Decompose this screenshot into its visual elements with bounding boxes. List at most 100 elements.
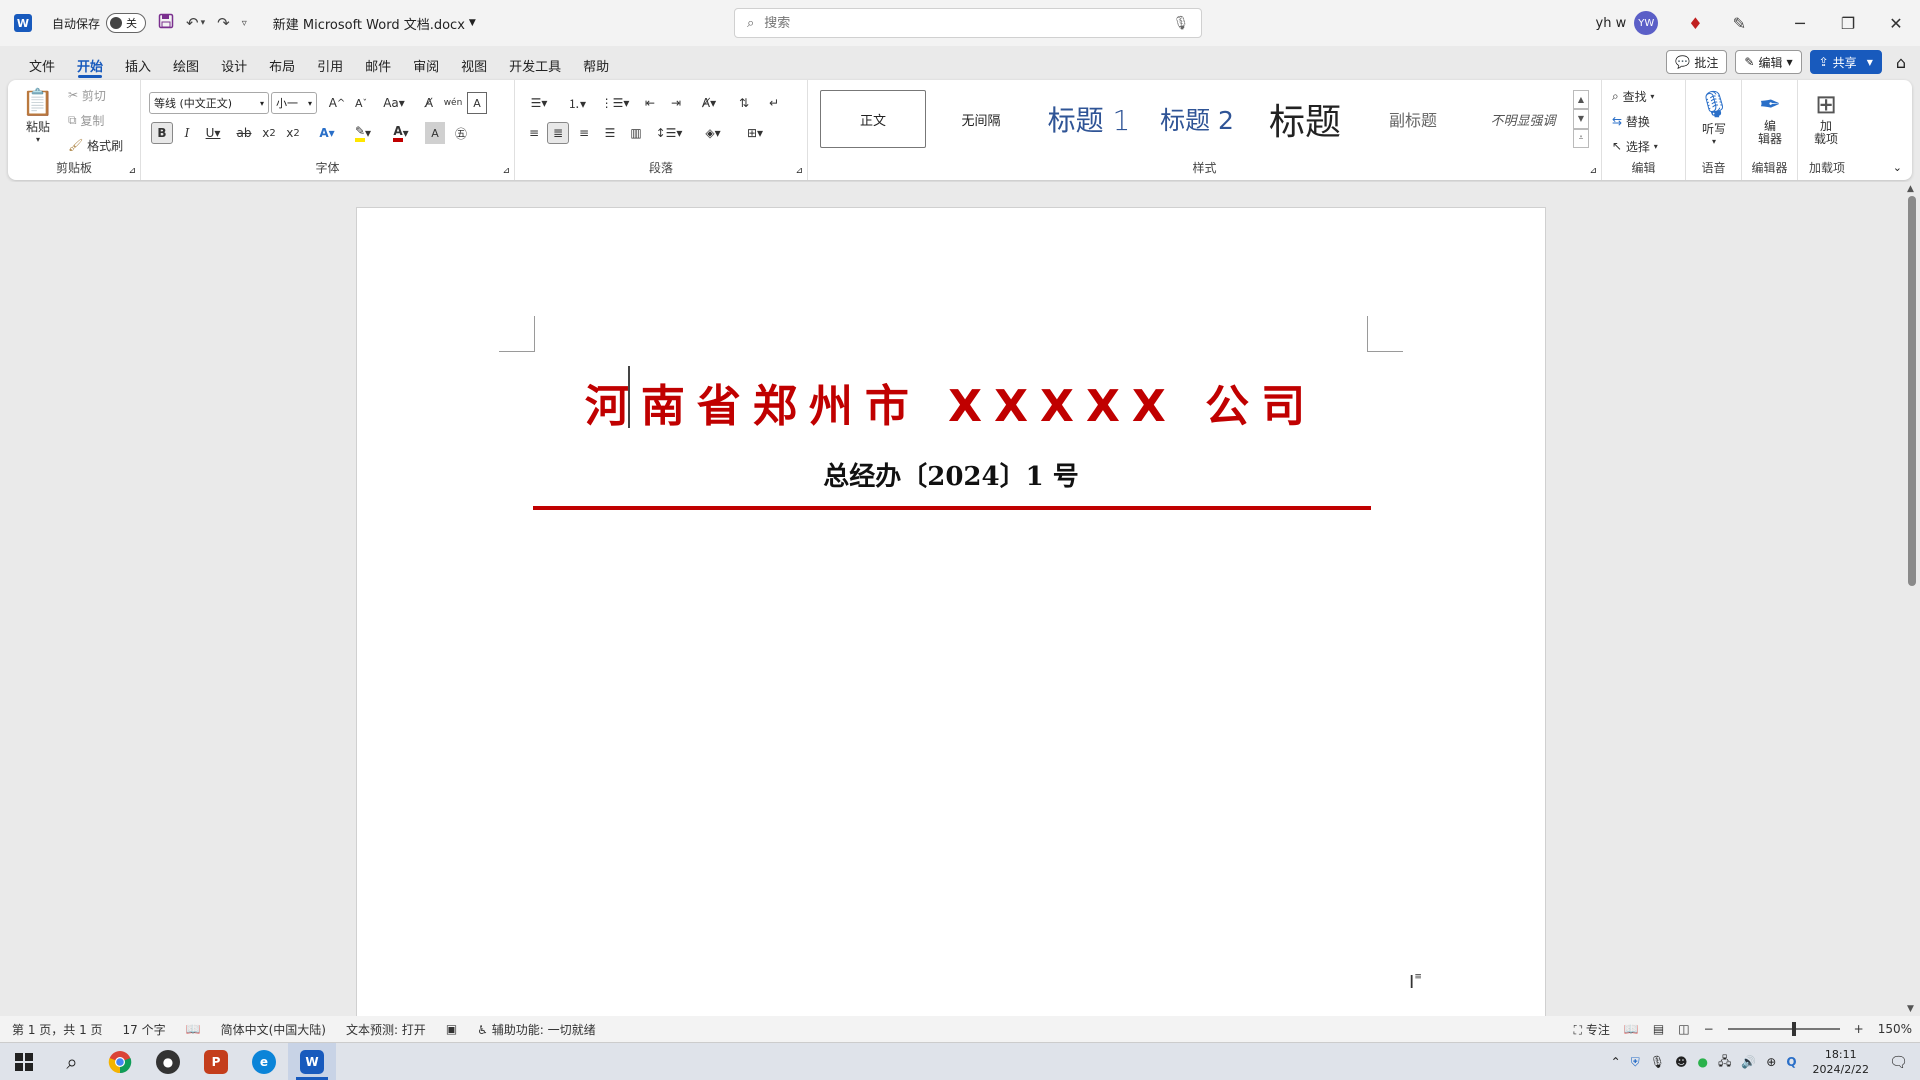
style-heading-1[interactable]: 标题 1	[1036, 90, 1142, 148]
tab-mailings[interactable]: 邮件	[354, 50, 402, 80]
powerpoint-icon[interactable]: P	[192, 1043, 240, 1080]
vertical-scrollbar[interactable]: ▲ ▼	[1904, 182, 1920, 1016]
clear-formatting-icon[interactable]: A̸	[419, 92, 439, 114]
dictate-button[interactable]: 🎙 听写 ▾	[1694, 86, 1734, 150]
styles-scroll-up-icon[interactable]: ▲	[1573, 90, 1589, 110]
styles-more-icon[interactable]: ⩡	[1573, 128, 1589, 148]
search-input[interactable]	[764, 15, 1163, 31]
align-left-icon[interactable]: ≡	[523, 122, 545, 144]
zoom-level[interactable]: 150%	[1878, 1022, 1912, 1036]
character-shading-icon[interactable]: A	[425, 122, 445, 144]
change-case-button[interactable]: Aa▾	[379, 92, 409, 114]
chinese-layout-button[interactable]: Ⱥ▾	[693, 92, 725, 114]
shading-button[interactable]: ◈▾	[695, 122, 731, 144]
copy-button[interactable]: ⧉ 复制	[68, 111, 104, 129]
bullets-button[interactable]: ☰▾	[523, 92, 555, 114]
tray-overflow-icon[interactable]: ⌃	[1611, 1055, 1621, 1069]
scroll-up-icon[interactable]: ▲	[1907, 184, 1914, 194]
autosave-control[interactable]: 自动保存 关	[52, 13, 147, 33]
multilevel-list-button[interactable]: ⋮☰▾	[599, 92, 631, 114]
close-button[interactable]: ✕	[1872, 0, 1920, 46]
increase-indent-icon[interactable]: ⇥	[665, 92, 687, 114]
addins-button[interactable]: ⊞ 加 载项	[1806, 86, 1846, 150]
read-mode-icon[interactable]: 📖	[1624, 1022, 1639, 1036]
redo-icon[interactable]: ↷	[217, 14, 230, 32]
autosave-toggle[interactable]: 关	[106, 13, 147, 33]
document-title[interactable]: 新建 Microsoft Word 文档.docx ▼	[273, 14, 476, 33]
style-no-spacing[interactable]: 无间隔	[928, 90, 1034, 148]
italic-button[interactable]: I	[177, 122, 197, 144]
zoom-slider-thumb[interactable]	[1791, 1022, 1796, 1036]
dialog-launcher-icon[interactable]: ⊿	[502, 166, 510, 176]
dialog-launcher-icon[interactable]: ⊿	[1589, 166, 1597, 176]
tray-app-icon[interactable]: Q	[1786, 1055, 1796, 1069]
zoom-out-icon[interactable]: −	[1704, 1022, 1714, 1036]
customize-qat-icon[interactable]: ▿	[242, 18, 247, 29]
line-spacing-button[interactable]: ↕☰▾	[653, 122, 685, 144]
security-shield-icon[interactable]: ⛨	[1631, 1055, 1640, 1070]
editing-mode-button[interactable]: ✎ 编辑 ▼	[1735, 50, 1802, 74]
styles-scroll-down-icon[interactable]: ▼	[1573, 109, 1589, 129]
tab-developer[interactable]: 开发工具	[498, 50, 572, 80]
print-layout-icon[interactable]: ▤	[1653, 1022, 1664, 1036]
superscript-button[interactable]: x2	[283, 122, 303, 144]
avatar[interactable]: YW	[1634, 11, 1659, 35]
editor-button[interactable]: ✒ 编 辑器	[1750, 86, 1790, 150]
font-name-select[interactable]: 等线 (中文正文) ▾	[149, 92, 269, 114]
system-clock[interactable]: 18:11 2024/2/22	[1813, 1047, 1869, 1077]
accessibility-status[interactable]: ♿ 辅助功能: 一切就绪	[477, 1021, 595, 1038]
search-box[interactable]: ⌕ 🎙	[734, 8, 1202, 38]
text-prediction-status[interactable]: 文本预测: 打开	[346, 1021, 426, 1038]
shrink-font-button[interactable]: Aˇ	[351, 92, 371, 114]
recorder-app-icon[interactable]: ●	[144, 1043, 192, 1080]
style-title[interactable]: 标题	[1252, 90, 1358, 148]
document-subheading[interactable]: 总经办〔2024〕1 号	[357, 456, 1545, 493]
borders-button[interactable]: ⊞▾	[737, 122, 773, 144]
format-painter-button[interactable]: 🖌 格式刷	[68, 136, 123, 154]
save-icon[interactable]	[158, 13, 174, 33]
character-border-icon[interactable]: A	[467, 92, 487, 114]
subscript-button[interactable]: x2	[259, 122, 279, 144]
scroll-down-icon[interactable]: ▼	[1907, 1004, 1914, 1014]
microphone-icon[interactable]: 🎙	[1172, 16, 1189, 31]
edge-icon[interactable]: e	[240, 1043, 288, 1080]
font-color-button[interactable]: A ▾	[385, 122, 417, 144]
justify-icon[interactable]: ☰	[599, 122, 621, 144]
document-page[interactable]: 河南省郑州市 XXXXX 公司 总经办〔2024〕1 号 I≡	[357, 208, 1545, 1028]
comments-button[interactable]: 💬 批注	[1666, 50, 1728, 74]
copilot-icon[interactable]: ⌂	[1896, 53, 1906, 72]
undo-icon[interactable]: ↶	[186, 14, 199, 32]
tab-help[interactable]: 帮助	[572, 50, 620, 80]
tab-insert[interactable]: 插入	[114, 50, 162, 80]
word-taskbar-icon[interactable]: W	[288, 1042, 336, 1080]
replace-button[interactable]: ⇆ 替换	[1612, 111, 1650, 131]
show-marks-icon[interactable]: ↵	[763, 92, 785, 114]
numbering-button[interactable]: ⒈▾	[561, 92, 593, 114]
minimize-button[interactable]: ─	[1776, 0, 1824, 46]
align-center-icon[interactable]: ≣	[547, 122, 569, 144]
network-icon[interactable]: 🖧	[1718, 1052, 1731, 1073]
tab-draw[interactable]: 绘图	[162, 50, 210, 80]
share-button[interactable]: ⇪ 共享 ▼	[1809, 50, 1882, 74]
style-heading-2[interactable]: 标题 2	[1144, 90, 1250, 148]
zoom-slider[interactable]	[1727, 1022, 1840, 1036]
font-size-select[interactable]: 小一 ▾	[271, 92, 317, 114]
start-icon[interactable]	[0, 1043, 48, 1080]
macro-icon[interactable]: ▣	[446, 1022, 457, 1036]
collapse-ribbon-icon[interactable]: ⌄	[1893, 161, 1902, 174]
tab-file[interactable]: 文件	[18, 50, 66, 80]
dialog-launcher-icon[interactable]: ⊿	[128, 166, 136, 176]
enclose-characters-icon[interactable]: ㊄	[451, 122, 471, 144]
align-right-icon[interactable]: ≡	[573, 122, 595, 144]
wechat-icon[interactable]: ●	[1697, 1055, 1707, 1069]
tab-view[interactable]: 视图	[450, 50, 498, 80]
undo-dropdown-icon[interactable]: ▾	[201, 18, 206, 28]
tab-layout[interactable]: 布局	[258, 50, 306, 80]
find-button[interactable]: ⌕ 查找 ▾	[1612, 86, 1654, 106]
diamond-icon[interactable]: ♦	[1688, 14, 1702, 33]
microphone-icon[interactable]: 🎙	[1650, 1055, 1665, 1069]
dialog-launcher-icon[interactable]: ⊿	[795, 166, 803, 176]
input-method-icon[interactable]: ⊕	[1766, 1055, 1776, 1069]
style-subtle-emphasis[interactable]: 不明显强调	[1468, 90, 1578, 148]
language-status[interactable]: 简体中文(中国大陆)	[221, 1021, 326, 1038]
